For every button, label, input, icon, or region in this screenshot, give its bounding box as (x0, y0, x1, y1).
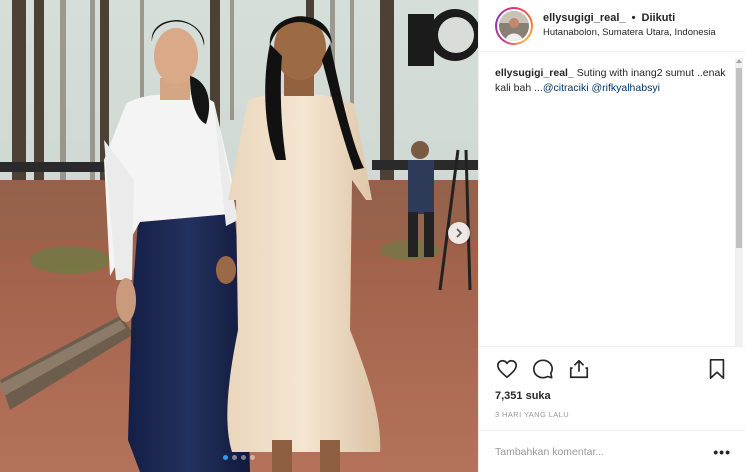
like-button[interactable] (495, 357, 519, 381)
avatar-frame (497, 8, 531, 43)
post-actions (479, 346, 745, 390)
mention-link-rifkyalhabsyi[interactable]: @rifkyalhabsyi (591, 82, 659, 94)
post-header: ellysugigi_real_ • Diikuti Hutanabolon, … (479, 0, 745, 52)
avatar-image (499, 10, 529, 41)
carousel-next-button[interactable] (448, 222, 470, 244)
comment-input[interactable] (495, 445, 714, 458)
post-timestamp[interactable]: 3 HARI YANG LALU (479, 406, 745, 430)
comment-bubble-icon (533, 358, 553, 379)
share-icon (569, 359, 589, 378)
follow-status-button[interactable]: Diikuti (642, 12, 676, 24)
carousel-dots (0, 455, 478, 460)
bookmark-icon (709, 358, 725, 379)
carousel-dot-4 (250, 455, 255, 460)
heart-icon (497, 359, 517, 378)
avatar (499, 10, 529, 41)
post-side-panel: ellysugigi_real_ • Diikuti Hutanabolon, … (478, 0, 745, 472)
username-link[interactable]: ellysugigi_real_ (543, 12, 626, 24)
post-photo[interactable] (0, 0, 478, 472)
comment-button[interactable] (531, 357, 555, 381)
header-line: ellysugigi_real_ • Diikuti (543, 12, 716, 26)
scrollbar-thumb[interactable] (736, 68, 742, 248)
header-text: ellysugigi_real_ • Diikuti Hutanabolon, … (543, 12, 716, 40)
carousel-dot-3 (241, 455, 246, 460)
likes-count[interactable]: 7,351 suka (479, 390, 745, 406)
share-button[interactable] (567, 357, 591, 381)
instagram-post: ellysugigi_real_ • Diikuti Hutanabolon, … (0, 0, 745, 472)
location-link[interactable]: Hutanabolon, Sumatera Utara, Indonesia (543, 27, 716, 39)
caption: ellysugigi_real_ Suting with inang2 sumu… (495, 66, 729, 96)
carousel-dot-1 (223, 455, 228, 460)
carousel-dot-2 (232, 455, 237, 460)
comments-area: ellysugigi_real_ Suting with inang2 sumu… (479, 52, 745, 346)
header-separator: • (631, 11, 636, 24)
chevron-right-icon (456, 228, 463, 238)
mention-link-citraciki[interactable]: @citraciki (543, 82, 589, 94)
comment-box: ••• (479, 430, 745, 472)
story-ring[interactable] (495, 6, 533, 45)
caption-username-link[interactable]: ellysugigi_real_ (495, 67, 574, 79)
photo-scene (0, 0, 478, 472)
more-options-button[interactable]: ••• (713, 445, 731, 459)
scroll-up-arrow[interactable] (736, 59, 742, 63)
save-button[interactable] (705, 357, 729, 381)
comments-scrollbar[interactable] (735, 58, 743, 346)
